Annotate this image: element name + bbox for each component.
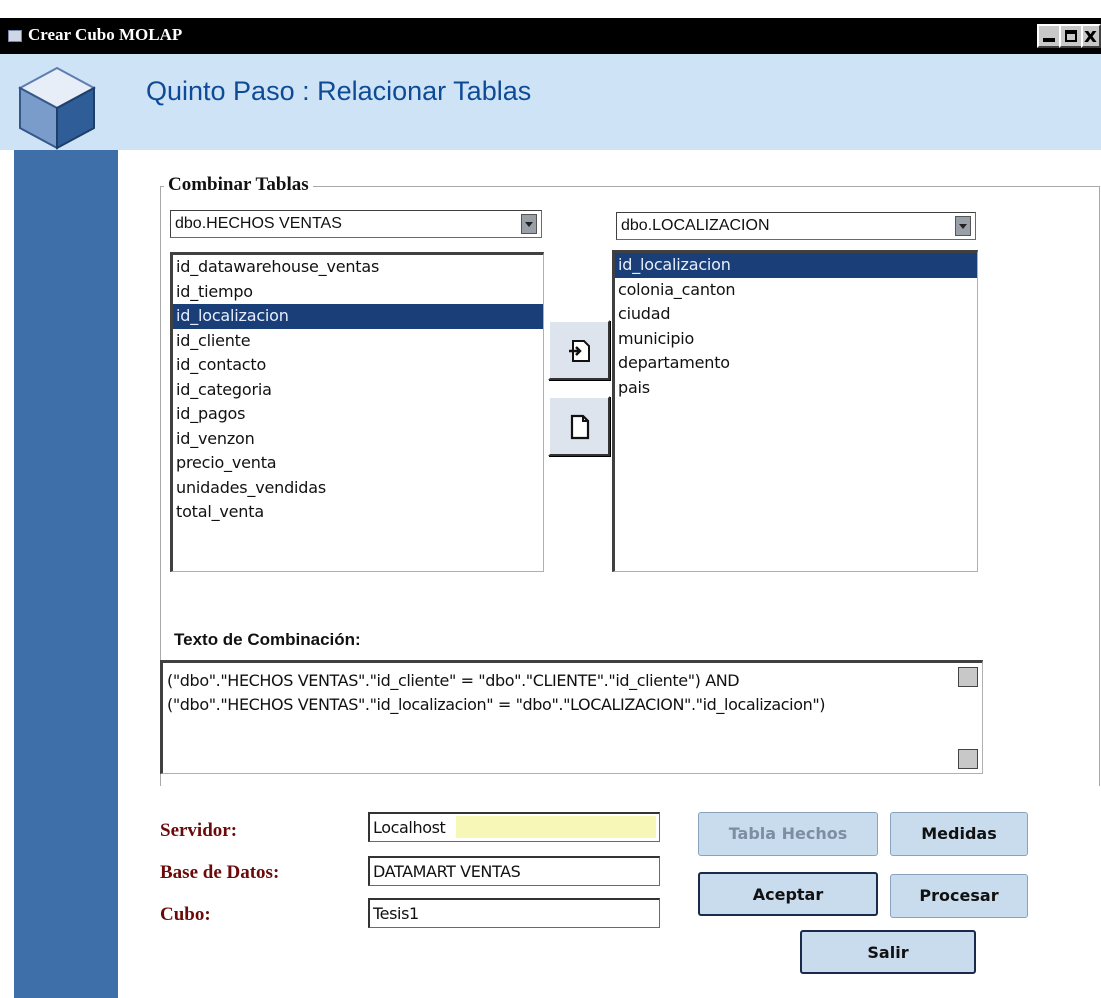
list-item[interactable]: colonia_canton	[615, 278, 977, 303]
cube-icon	[17, 66, 97, 150]
list-item[interactable]: id_datawarehouse_ventas	[173, 255, 543, 280]
list-item-selected[interactable]: id_localizacion	[615, 253, 977, 278]
combination-text-area[interactable]: ("dbo"."HECHOS VENTAS"."id_cliente" = "d…	[160, 660, 983, 774]
minimize-icon	[1043, 38, 1055, 42]
new-document-icon	[570, 414, 590, 440]
cube-input[interactable]: Tesis1	[368, 898, 660, 928]
chevron-down-icon[interactable]	[955, 216, 971, 236]
window-title-bar[interactable]: Crear Cubo MOLAP x	[0, 18, 1101, 54]
server-input-value: Localhost	[373, 818, 446, 837]
process-button[interactable]: Procesar	[890, 874, 1028, 918]
step-title: Quinto Paso : Relacionar Tablas	[146, 76, 532, 106]
left-table-select[interactable]: dbo.HECHOS VENTAS	[170, 210, 542, 238]
list-item[interactable]: municipio	[615, 327, 977, 352]
list-item[interactable]: id_cliente	[173, 329, 543, 354]
add-relation-icon	[569, 340, 590, 362]
scroll-down-button[interactable]	[958, 749, 978, 769]
list-item[interactable]: precio_venta	[173, 451, 543, 476]
left-table-select-value: dbo.HECHOS VENTAS	[175, 215, 342, 232]
exit-button[interactable]: Salir	[800, 930, 976, 974]
wizard-header: Quinto Paso : Relacionar Tablas	[0, 54, 1101, 150]
combination-line: ("dbo"."HECHOS VENTAS"."id_localizacion"…	[167, 695, 826, 714]
cube-input-value: Tesis1	[373, 904, 419, 923]
input-highlight	[456, 816, 656, 838]
window-title: Crear Cubo MOLAP	[28, 25, 183, 44]
list-item[interactable]: id_tiempo	[173, 280, 543, 305]
list-item[interactable]: pais	[615, 376, 977, 401]
fact-table-button[interactable]: Tabla Hechos	[698, 812, 878, 856]
list-item[interactable]: ciudad	[615, 302, 977, 327]
maximize-icon	[1065, 30, 1077, 42]
database-input-value: DATAMART VENTAS	[373, 862, 521, 881]
list-item[interactable]: id_contacto	[173, 353, 543, 378]
right-table-select-value: dbo.LOCALIZACION	[621, 217, 770, 234]
accept-button[interactable]: Aceptar	[698, 872, 878, 916]
chevron-down-icon[interactable]	[521, 214, 537, 234]
right-table-select[interactable]: dbo.LOCALIZACION	[616, 212, 976, 240]
right-fields-list[interactable]: id_localizacion colonia_canton ciudad mu…	[612, 250, 978, 572]
server-input[interactable]: Localhost	[368, 812, 660, 842]
list-item[interactable]: id_categoria	[173, 378, 543, 403]
left-fields-list[interactable]: id_datawarehouse_ventas id_tiempo id_loc…	[170, 252, 544, 572]
list-item[interactable]: id_venzon	[173, 427, 543, 452]
maximize-button[interactable]	[1059, 24, 1083, 48]
app-icon	[8, 30, 22, 42]
add-relation-button[interactable]	[548, 320, 610, 380]
scroll-up-button[interactable]	[958, 667, 978, 687]
combination-line: ("dbo"."HECHOS VENTAS"."id_cliente" = "d…	[167, 671, 740, 690]
measures-button[interactable]: Medidas	[890, 812, 1028, 856]
left-sidebar	[14, 150, 118, 998]
cube-label: Cubo:	[160, 904, 211, 925]
minimize-button[interactable]	[1037, 24, 1061, 48]
list-item[interactable]: departamento	[615, 351, 977, 376]
new-relation-button[interactable]	[548, 396, 610, 456]
list-item[interactable]: id_pagos	[173, 402, 543, 427]
database-input[interactable]: DATAMART VENTAS	[368, 856, 660, 886]
combination-text-label: Texto de Combinación:	[174, 630, 361, 649]
list-item-selected[interactable]: id_localizacion	[173, 304, 543, 329]
database-label: Base de Datos:	[160, 862, 280, 883]
list-item[interactable]: unidades_vendidas	[173, 476, 543, 501]
list-item[interactable]: total_venta	[173, 500, 543, 525]
close-button[interactable]: x	[1081, 24, 1101, 48]
server-label: Servidor:	[160, 820, 238, 841]
close-icon: x	[1084, 23, 1097, 47]
combine-tables-legend: Combinar Tablas	[164, 174, 313, 196]
